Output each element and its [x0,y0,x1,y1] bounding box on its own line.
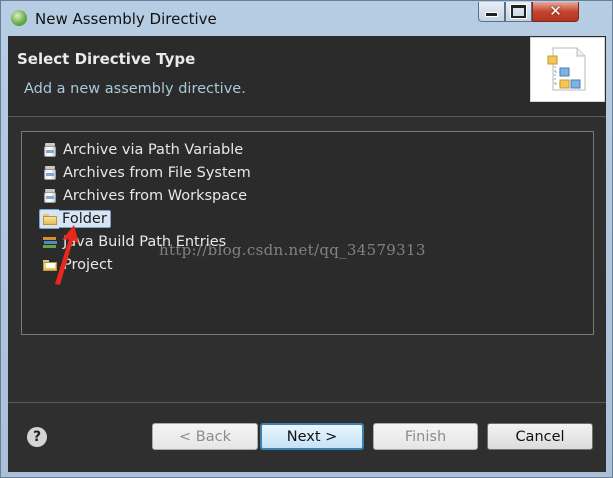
tree-item-label: Archive via Path Variable [63,142,244,158]
tree-item-label: Java Build Path Entries [63,234,227,250]
tree-item-folder[interactable]: Folder [39,209,111,229]
directive-type-tree[interactable]: Archive via Path Variable Archives from … [21,131,594,335]
folder-icon [42,211,58,227]
jar-icon [42,188,58,204]
spring-app-icon [11,10,27,26]
minimize-button[interactable] [478,2,505,22]
tree-item-archive-via-path-variable[interactable]: Archive via Path Variable [42,140,243,160]
close-button[interactable]: ✕ [532,2,579,22]
tree-item-java-build-path-entries[interactable]: Java Build Path Entries [42,232,226,252]
jar-icon [42,165,58,181]
tree-item-label: Archives from File System [63,165,251,181]
back-button[interactable]: < Back [152,423,258,450]
library-icon [42,234,58,250]
title-bar[interactable]: New Assembly Directive ✕ [1,1,612,35]
page-title: Select Directive Type [17,50,196,68]
dialog-client-area: Select Directive Type Add a new assembly… [8,36,606,472]
page-description: Add a new assembly directive. [24,81,246,97]
button-bar-separator [8,402,606,403]
tree-item-label: Folder [59,210,111,228]
wizard-banner-icon [530,37,605,102]
jar-icon [42,142,58,158]
tree-item-label: Archives from Workspace [63,188,248,204]
close-icon: ✕ [549,2,562,20]
maximize-button[interactable] [505,2,532,22]
next-button[interactable]: Next > [260,423,364,450]
project-icon [42,257,58,273]
finish-button[interactable]: Finish [373,423,478,450]
cancel-button[interactable]: Cancel [487,423,593,450]
maximize-icon [511,5,526,18]
tree-item-label: Project [63,257,113,273]
dialog-window: New Assembly Directive ✕ Select Directiv… [0,0,613,478]
window-title: New Assembly Directive [35,10,217,28]
tree-item-project[interactable]: Project [42,255,113,275]
wizard-header: Select Directive Type Add a new assembly… [8,36,606,117]
help-icon[interactable]: ? [27,427,47,447]
tree-item-archives-from-workspace[interactable]: Archives from Workspace [42,186,247,206]
tree-item-archives-from-file-system[interactable]: Archives from File System [42,163,251,183]
minimize-icon [485,12,498,17]
